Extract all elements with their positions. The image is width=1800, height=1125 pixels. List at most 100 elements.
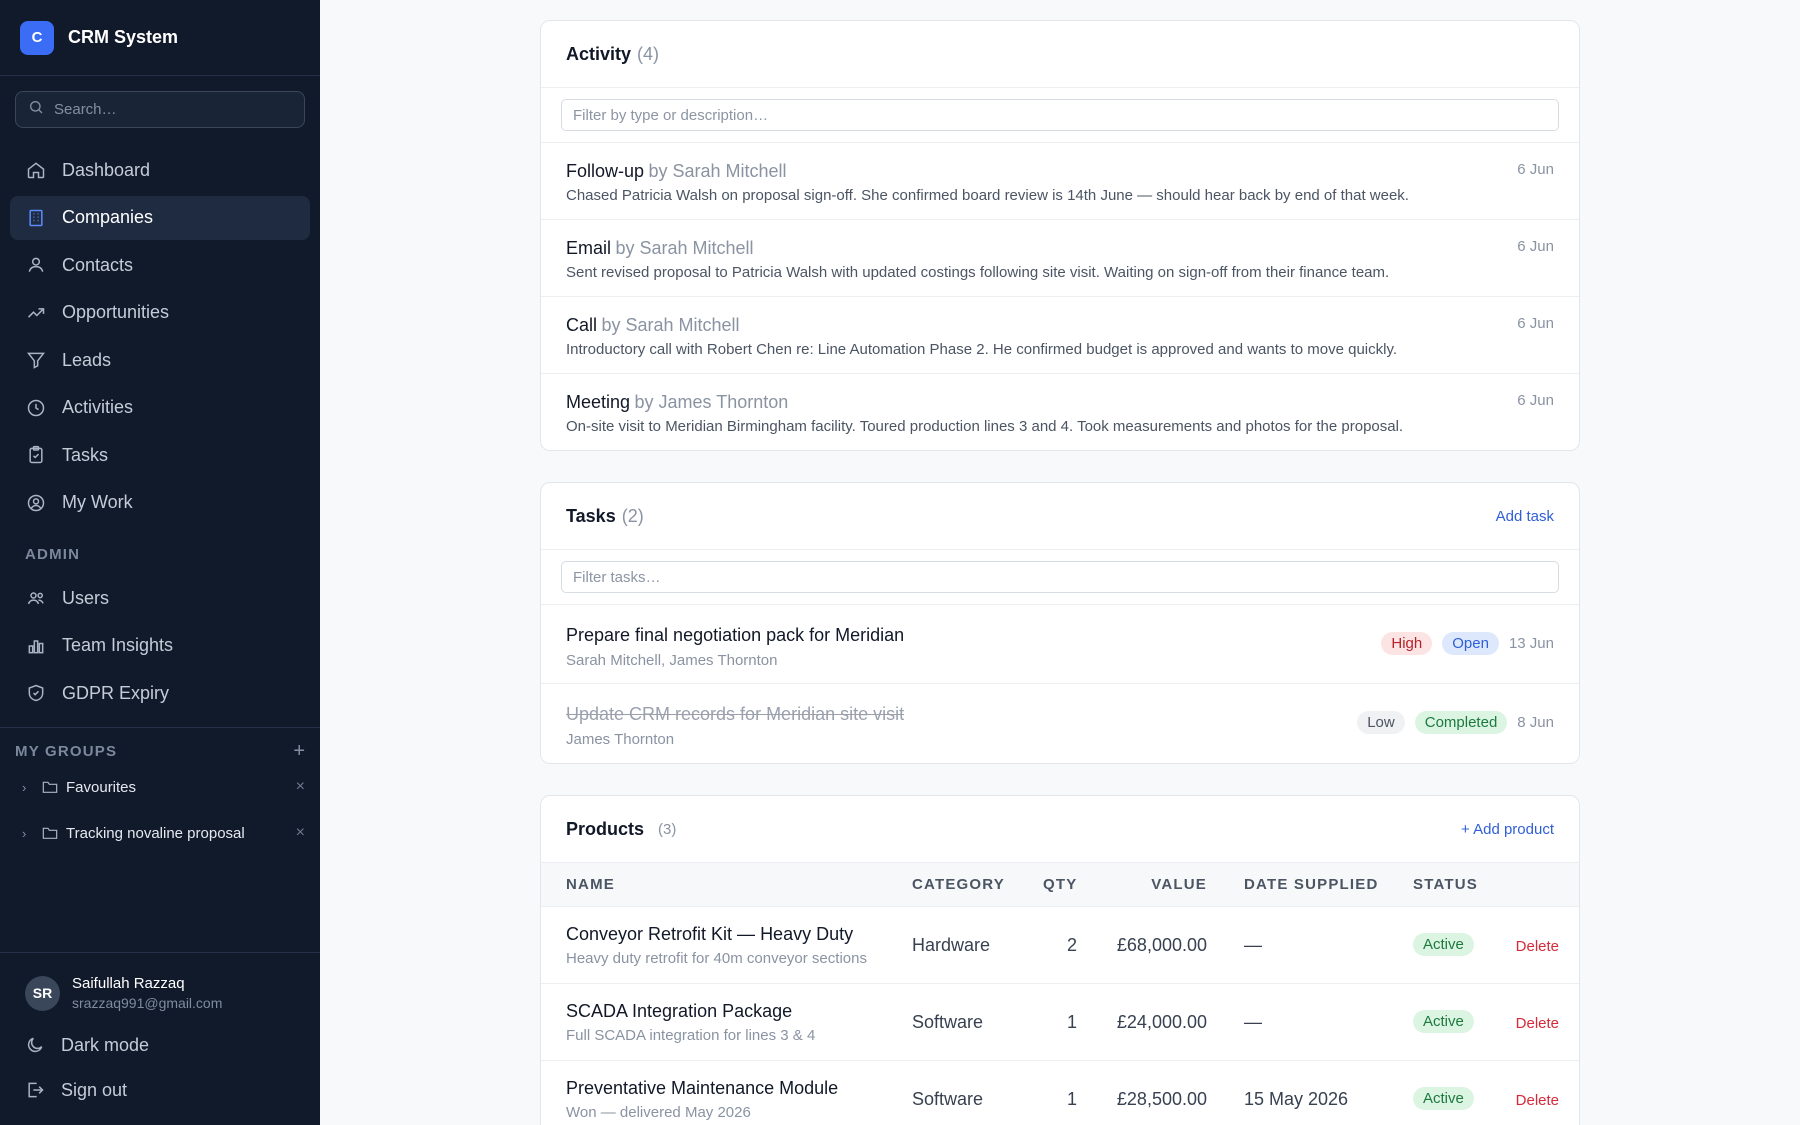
- remove-group-icon[interactable]: ×: [296, 778, 305, 796]
- nav-label: Users: [62, 587, 110, 608]
- nav-item-dashboard[interactable]: Dashboard: [10, 148, 310, 192]
- column-header-qty[interactable]: QTY: [1043, 876, 1077, 893]
- nav-item-team-insights[interactable]: Team Insights: [10, 624, 310, 668]
- moon-icon: [25, 1035, 45, 1055]
- nav-item-my-work[interactable]: My Work: [10, 481, 310, 525]
- product-category: Software: [912, 1089, 984, 1109]
- product-qty: 2: [1066, 935, 1077, 955]
- status-badge: Completed: [1414, 711, 1508, 734]
- product-description: Won — delivered May 2026: [566, 1104, 751, 1121]
- product-name[interactable]: Conveyor Retrofit Kit — Heavy Duty: [566, 924, 853, 945]
- activity-author: by Sarah Mitchell: [615, 238, 754, 258]
- group-label: Tracking novaline proposal: [66, 824, 245, 842]
- activity-item[interactable]: Call by Sarah Mitchell Introductory call…: [541, 297, 1579, 374]
- column-header-category[interactable]: CATEGORY: [912, 876, 1005, 893]
- column-header-name[interactable]: NAME: [566, 876, 615, 893]
- user-profile[interactable]: SR Saifullah Razzaq srazzaq991@gmail.com: [25, 975, 222, 1011]
- remove-group-icon[interactable]: ×: [296, 824, 305, 842]
- column-header-value[interactable]: VALUE: [1151, 876, 1207, 893]
- priority-badge: Low: [1357, 711, 1405, 734]
- chevron-right-icon[interactable]: ›: [22, 826, 36, 841]
- products-title: Products: [566, 818, 645, 839]
- tasks-card: Tasks (2) Add task Prepare final negotia…: [540, 482, 1580, 764]
- activity-title: Activity: [566, 43, 632, 64]
- activity-item[interactable]: Follow-up by Sarah Mitchell Chased Patri…: [541, 143, 1579, 220]
- nav-item-activities[interactable]: Activities: [10, 386, 310, 430]
- sign-out-button[interactable]: Sign out: [25, 1077, 127, 1103]
- groups-label: MY GROUPS: [15, 743, 118, 760]
- tasks-title: Tasks: [566, 505, 616, 526]
- activity-type: Follow-up: [566, 161, 645, 181]
- product-name[interactable]: SCADA Integration Package: [566, 1001, 792, 1022]
- priority-badge: High: [1381, 632, 1433, 655]
- home-icon: [26, 160, 46, 180]
- nav-label: Companies: [62, 207, 154, 227]
- product-category: Hardware: [912, 935, 991, 955]
- sign-out-label: Sign out: [61, 1079, 128, 1100]
- search-icon: [28, 99, 44, 120]
- nav-item-opportunities[interactable]: Opportunities: [10, 291, 310, 335]
- dark-mode-toggle[interactable]: Dark mode: [25, 1032, 149, 1058]
- column-header-status[interactable]: STATUS: [1413, 876, 1478, 893]
- task-item[interactable]: Update CRM records for Meridian site vis…: [541, 684, 1579, 763]
- nav-item-gdpr-expiry[interactable]: GDPR Expiry: [10, 671, 310, 715]
- nav-item-users[interactable]: Users: [10, 576, 310, 620]
- building-icon: [26, 208, 46, 228]
- delete-button[interactable]: Delete: [1516, 1092, 1559, 1109]
- app-name: CRM System: [68, 27, 179, 47]
- task-item[interactable]: Prepare final negotiation pack for Merid…: [541, 605, 1579, 684]
- status-badge: Active: [1413, 933, 1474, 956]
- activity-date: 6 Jun: [1517, 315, 1554, 332]
- group-item-tracking[interactable]: › Tracking novaline proposal ×: [22, 818, 305, 848]
- nav-label: Activities: [62, 397, 134, 417]
- status-badge: Open: [1442, 632, 1499, 655]
- tasks-header: Tasks (2) Add task: [541, 483, 1579, 550]
- activity-item[interactable]: Email by Sarah Mitchell Sent revised pro…: [541, 220, 1579, 297]
- product-name[interactable]: Preventative Maintenance Module: [566, 1078, 838, 1099]
- column-header-date-supplied[interactable]: DATE SUPPLIED: [1244, 876, 1379, 893]
- add-product-button[interactable]: + Add product: [1461, 821, 1554, 838]
- activity-author: by Sarah Mitchell: [601, 315, 740, 335]
- clipboard-icon: [26, 445, 46, 465]
- product-qty: 1: [1066, 1012, 1077, 1032]
- activity-item[interactable]: Meeting by James Thornton On-site visit …: [541, 374, 1579, 450]
- delete-button[interactable]: Delete: [1516, 938, 1559, 955]
- tasks-filter-input[interactable]: [561, 561, 1559, 593]
- table-row[interactable]: Preventative Maintenance Module Won — de…: [541, 1061, 1579, 1125]
- activity-filter-row: [541, 88, 1579, 143]
- nav-item-leads[interactable]: Leads: [10, 338, 310, 382]
- task-due-date: 8 Jun: [1517, 714, 1554, 731]
- add-task-button[interactable]: Add task: [1496, 508, 1554, 525]
- nav-label: My Work: [62, 492, 133, 512]
- nav-item-companies[interactable]: Companies: [10, 195, 310, 240]
- group-item-favourites[interactable]: › Favourites ×: [22, 772, 305, 802]
- delete-button[interactable]: Delete: [1516, 1015, 1559, 1032]
- users-icon: [26, 255, 46, 275]
- search-input[interactable]: [54, 101, 284, 118]
- activity-type: Call: [566, 315, 598, 335]
- status-badge: Active: [1413, 1010, 1474, 1033]
- product-value: £68,000.00: [1116, 935, 1207, 955]
- product-qty: 1: [1066, 1089, 1077, 1109]
- nav-label: GDPR Expiry: [62, 682, 170, 703]
- user-email: srazzaq991@gmail.com: [72, 995, 223, 1011]
- activity-type: Email: [566, 238, 612, 258]
- brand[interactable]: C CRM System: [0, 0, 320, 76]
- product-description: Heavy duty retrofit for 40m conveyor sec…: [566, 950, 867, 967]
- divider: [0, 727, 320, 728]
- avatar: SR: [25, 975, 60, 1011]
- nav-item-contacts[interactable]: Contacts: [10, 243, 310, 287]
- table-row[interactable]: Conveyor Retrofit Kit — Heavy Duty Heavy…: [541, 907, 1579, 984]
- nav-item-tasks[interactable]: Tasks: [10, 433, 310, 477]
- add-group-icon[interactable]: +: [293, 740, 305, 763]
- admin-section-label: ADMIN: [25, 546, 81, 563]
- products-header: Products (3) + Add product: [541, 796, 1579, 863]
- activity-description: On-site visit to Meridian Birmingham fac…: [566, 418, 1404, 435]
- nav-label: Dashboard: [62, 159, 151, 180]
- table-row[interactable]: SCADA Integration Package Full SCADA int…: [541, 984, 1579, 1061]
- groups-header: MY GROUPS +: [15, 740, 305, 763]
- chevron-right-icon[interactable]: ›: [22, 780, 36, 795]
- activity-filter-input[interactable]: [561, 99, 1559, 131]
- nav-label: Team Insights: [62, 635, 174, 655]
- sidebar-search[interactable]: [15, 91, 305, 128]
